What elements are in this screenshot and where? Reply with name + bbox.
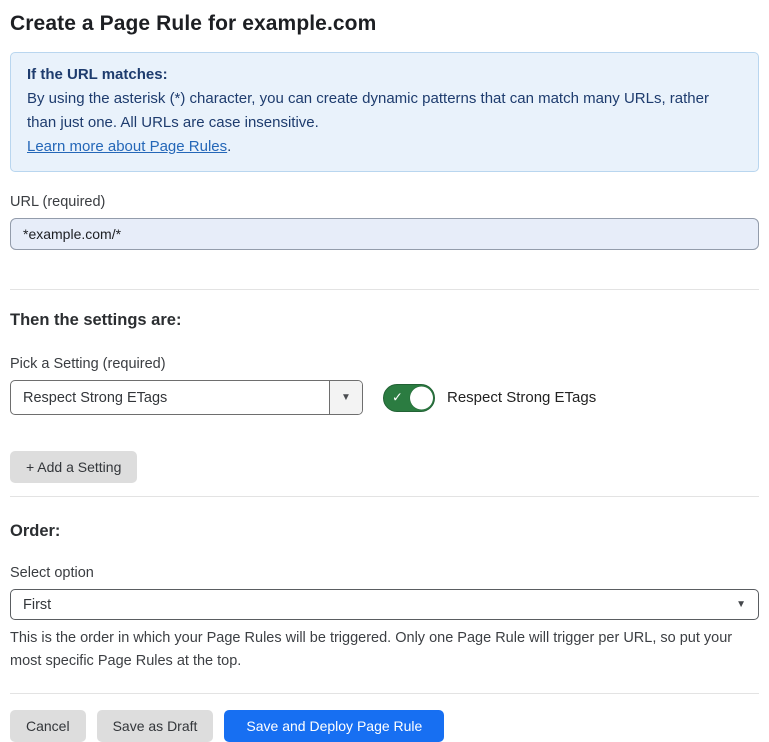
order-dropdown[interactable]: First ▼ (10, 589, 759, 620)
page-title: Create a Page Rule for example.com (10, 12, 759, 36)
info-box-body: By using the asterisk (*) character, you… (27, 87, 742, 135)
cancel-button[interactable]: Cancel (10, 710, 86, 742)
toggle-knob (410, 386, 433, 409)
section-divider (10, 496, 759, 497)
setting-row: Respect Strong ETags ▼ ✓ Respect Strong … (10, 380, 759, 415)
info-box-link-line: Learn more about Page Rules. (27, 135, 742, 159)
save-and-deploy-button[interactable]: Save and Deploy Page Rule (224, 710, 444, 742)
info-box-heading: If the URL matches: (27, 63, 742, 87)
footer-actions: Cancel Save as Draft Save and Deploy Pag… (10, 710, 759, 742)
check-icon: ✓ (392, 389, 403, 405)
settings-section-heading: Then the settings are: (10, 311, 759, 330)
url-field-label: URL (required) (10, 194, 759, 210)
link-suffix: . (227, 138, 231, 155)
chevron-down-icon: ▼ (341, 392, 351, 403)
setting-dropdown[interactable]: Respect Strong ETags ▼ (10, 380, 363, 415)
add-setting-button[interactable]: + Add a Setting (10, 451, 137, 483)
chevron-down-icon: ▼ (736, 599, 746, 610)
order-help-text: This is the order in which your Page Rul… (10, 627, 755, 673)
setting-dropdown-arrow-button[interactable]: ▼ (329, 381, 362, 414)
order-select-label: Select option (10, 565, 759, 581)
url-input[interactable] (10, 218, 759, 250)
setting-dropdown-value: Respect Strong ETags (11, 381, 329, 414)
order-dropdown-value: First (23, 597, 736, 613)
section-divider (10, 289, 759, 290)
order-section-heading: Order: (10, 522, 759, 541)
create-page-rule-panel: Create a Page Rule for example.com If th… (0, 0, 769, 742)
setting-toggle-label: Respect Strong ETags (447, 389, 596, 406)
save-as-draft-button[interactable]: Save as Draft (97, 710, 214, 742)
pick-setting-label: Pick a Setting (required) (10, 356, 759, 372)
learn-more-link[interactable]: Learn more about Page Rules (27, 138, 227, 155)
setting-toggle[interactable]: ✓ (383, 384, 435, 412)
footer-divider (10, 693, 759, 694)
url-match-info-box: If the URL matches: By using the asteris… (10, 52, 759, 172)
